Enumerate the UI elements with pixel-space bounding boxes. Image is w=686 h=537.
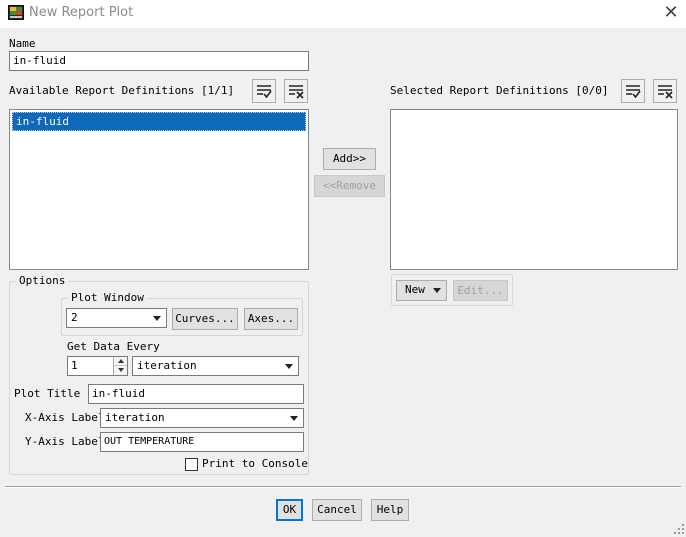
curves-button[interactable]: Curves...	[172, 308, 238, 330]
get-data-every-unit: iteration	[137, 359, 197, 372]
cancel-button[interactable]: Cancel	[312, 499, 362, 521]
get-data-every-stepper[interactable]: 1	[67, 356, 128, 376]
select-all-icon	[257, 85, 272, 99]
print-to-console-label: Print to Console	[202, 457, 308, 470]
y-axis-label-label: Y-Axis Label	[25, 435, 105, 448]
x-axis-label-select[interactable]: iteration	[100, 408, 304, 428]
remove-button[interactable]: <<Remove	[314, 175, 385, 197]
plot-title-label: Plot Title	[14, 387, 81, 400]
selected-definitions-label: Selected Report Definitions [0/0]	[390, 84, 609, 97]
select-all-selected-button[interactable]	[621, 79, 645, 103]
y-axis-label-field[interactable]: OUT TEMPERATURE	[100, 432, 304, 452]
get-data-every-unit-select[interactable]: iteration	[132, 356, 299, 376]
plot-window-label: Plot Window	[68, 291, 147, 304]
x-axis-label-value: iteration	[105, 411, 165, 424]
chevron-down-icon	[153, 316, 161, 321]
x-axis-label-label: X-Axis Label	[25, 411, 105, 424]
ok-button[interactable]: OK	[276, 499, 303, 521]
edit-button[interactable]: Edit...	[453, 280, 508, 301]
deselect-all-selected-button[interactable]	[653, 79, 677, 103]
chevron-down-icon	[290, 416, 298, 421]
print-to-console-checkbox[interactable]	[185, 458, 198, 471]
add-button[interactable]: Add>>	[323, 148, 376, 170]
select-all-icon	[626, 85, 641, 99]
selected-definitions-list[interactable]	[390, 109, 678, 270]
plot-window-select[interactable]: 2	[66, 308, 167, 328]
deselect-all-icon	[658, 85, 673, 99]
plot-window-value: 2	[71, 311, 78, 324]
available-definitions-list[interactable]: in-fluid	[9, 109, 309, 270]
options-label: Options	[16, 274, 69, 287]
list-item[interactable]: in-fluid	[12, 112, 306, 131]
footer-separator	[5, 486, 681, 488]
help-button[interactable]: Help	[371, 499, 409, 521]
chevron-down-icon	[433, 288, 441, 293]
stepper-down-icon[interactable]	[113, 366, 127, 375]
deselect-all-icon	[289, 85, 304, 99]
close-icon[interactable]: ✕	[662, 4, 680, 22]
window-title: New Report Plot	[29, 5, 134, 20]
new-button-label: New	[405, 283, 425, 296]
resize-grip-icon[interactable]	[674, 524, 684, 534]
select-all-available-button[interactable]	[252, 79, 276, 103]
deselect-all-available-button[interactable]	[284, 79, 308, 103]
axes-button[interactable]: Axes...	[244, 308, 298, 330]
name-label: Name	[9, 37, 36, 50]
get-data-every-label: Get Data Every	[67, 340, 160, 353]
chevron-down-icon	[285, 364, 293, 369]
stepper-up-icon[interactable]	[113, 357, 127, 366]
name-field[interactable]: in-fluid	[9, 51, 309, 71]
get-data-every-count: 1	[71, 359, 78, 372]
app-icon	[8, 5, 24, 20]
new-dropdown-button[interactable]: New	[396, 280, 447, 301]
plot-title-field[interactable]: in-fluid	[88, 384, 304, 404]
available-definitions-label: Available Report Definitions [1/1]	[9, 84, 235, 97]
